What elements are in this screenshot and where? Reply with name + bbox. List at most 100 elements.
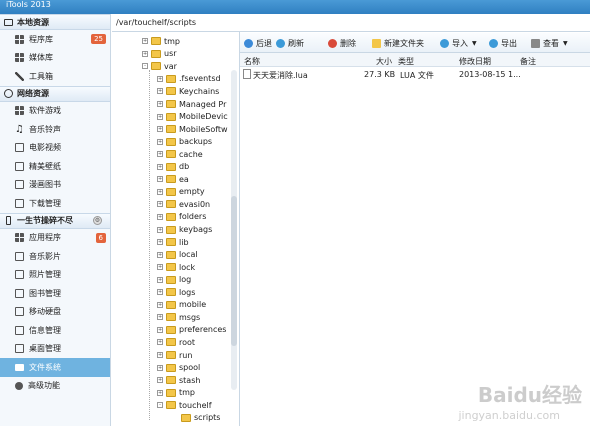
- tree-node[interactable]: + backups: [157, 135, 212, 148]
- table-row[interactable]: 天天爱消除.lua 27.3 KB LUA 文件 2013-08-15 1...: [240, 68, 590, 81]
- sidebar-item-software-games[interactable]: 软件游戏: [0, 102, 110, 121]
- view-button[interactable]: 查看 ▼: [531, 37, 568, 49]
- tree-node[interactable]: + tmp: [157, 386, 195, 399]
- tree-node[interactable]: + usr: [142, 48, 177, 61]
- tree-node[interactable]: scripts: [172, 412, 220, 425]
- sidebar-item-movies-videos[interactable]: 电影视频: [0, 139, 110, 158]
- sidebar-item-file-system[interactable]: 文件系统: [0, 358, 110, 377]
- tree-node[interactable]: + run: [157, 349, 192, 362]
- expand-icon[interactable]: +: [157, 326, 163, 333]
- tree-node[interactable]: + keybags: [157, 223, 212, 236]
- expand-icon[interactable]: +: [157, 264, 163, 271]
- tree-node[interactable]: + empty: [157, 186, 205, 199]
- import-button[interactable]: 导入 ▼: [440, 37, 477, 49]
- expand-icon[interactable]: +: [157, 213, 163, 220]
- expand-icon[interactable]: +: [157, 377, 163, 384]
- tree-scrollbar-thumb[interactable]: [231, 196, 237, 346]
- expand-icon[interactable]: +: [157, 88, 163, 95]
- sidebar-section-local[interactable]: 本地资源: [0, 14, 110, 30]
- expand-icon[interactable]: +: [157, 163, 163, 170]
- expand-icon[interactable]: +: [157, 101, 163, 107]
- tree-node[interactable]: + log: [157, 273, 191, 286]
- column-header-note[interactable]: 备注: [520, 56, 536, 67]
- tree-node[interactable]: + folders: [157, 211, 206, 224]
- expand-icon[interactable]: +: [157, 239, 163, 246]
- expand-icon[interactable]: +: [157, 75, 163, 82]
- tree-node[interactable]: + spool: [157, 361, 200, 374]
- delete-button[interactable]: 删除: [328, 37, 356, 49]
- column-header-name[interactable]: 名称: [244, 56, 260, 67]
- tree-node[interactable]: + mobile: [157, 299, 206, 312]
- gear-icon[interactable]: ⚙: [93, 216, 102, 225]
- sidebar-item-toolbox[interactable]: 工具箱: [0, 67, 110, 86]
- tree-node[interactable]: + lock: [157, 261, 195, 274]
- sidebar-item-books[interactable]: 图书管理: [0, 284, 110, 303]
- collapse-icon[interactable]: -: [157, 402, 163, 409]
- expand-icon[interactable]: +: [157, 188, 163, 195]
- tree-node[interactable]: - var: [142, 60, 177, 73]
- tree-node[interactable]: + stash: [157, 374, 200, 387]
- tree-node[interactable]: + tmp: [142, 35, 180, 48]
- refresh-button[interactable]: 刷新: [276, 37, 304, 49]
- tree-node[interactable]: + db: [157, 161, 189, 174]
- expand-icon[interactable]: +: [157, 352, 163, 358]
- expand-icon[interactable]: +: [157, 226, 163, 233]
- sidebar-item-comics-books[interactable]: 漫画图书: [0, 176, 110, 195]
- tree-node[interactable]: + local: [157, 248, 198, 261]
- column-header-type[interactable]: 类型: [398, 56, 414, 67]
- expand-icon[interactable]: +: [157, 314, 163, 321]
- sidebar-item-applications[interactable]: 应用程序 6: [0, 229, 110, 248]
- expand-icon[interactable]: +: [142, 38, 148, 45]
- tree-node[interactable]: + MobileSoftw: [157, 123, 228, 136]
- sidebar-item-music-movies[interactable]: 音乐影片: [0, 247, 110, 266]
- sidebar-item-downloads[interactable]: 下载管理: [0, 194, 110, 213]
- column-header-size[interactable]: 大小: [376, 56, 392, 67]
- sidebar-item-mobile-disk[interactable]: 移动硬盘: [0, 303, 110, 322]
- tree-node[interactable]: + ea: [157, 173, 189, 186]
- expand-icon[interactable]: +: [157, 126, 163, 133]
- sidebar-section-device[interactable]: 一生节操碎不尽 ⚙: [0, 212, 110, 229]
- expand-icon[interactable]: +: [157, 138, 163, 145]
- expand-icon[interactable]: +: [157, 251, 163, 258]
- tree-node[interactable]: + Managed Pr: [157, 98, 226, 111]
- tree-node[interactable]: + preferences: [157, 324, 226, 337]
- sidebar-item-desktop[interactable]: 桌面管理: [0, 340, 110, 359]
- folder-icon: [151, 62, 161, 71]
- new-folder-button[interactable]: 新建文件夹: [372, 37, 424, 49]
- tree-node[interactable]: + .fseventsd: [157, 73, 221, 86]
- tree-node[interactable]: - touchelf: [157, 399, 212, 412]
- tree-node[interactable]: + logs: [157, 286, 195, 299]
- expand-icon[interactable]: +: [157, 176, 163, 183]
- tree-node[interactable]: + msgs: [157, 311, 200, 324]
- column-header-modified[interactable]: 修改日期: [459, 56, 491, 67]
- sidebar-item-media-library[interactable]: 媒体库: [0, 49, 110, 68]
- tree-node[interactable]: + evasi0n: [157, 198, 210, 211]
- expand-icon[interactable]: +: [142, 50, 148, 57]
- tree-node[interactable]: + MobileDevic: [157, 110, 228, 123]
- expand-icon[interactable]: +: [157, 339, 163, 346]
- sidebar-section-network[interactable]: 网络资源: [0, 85, 110, 102]
- expand-icon[interactable]: +: [157, 113, 163, 120]
- sidebar-item-app-library[interactable]: 程序库 25: [0, 30, 110, 49]
- tree-scrollbar[interactable]: [231, 70, 237, 390]
- sidebar-item-photos[interactable]: 照片管理: [0, 266, 110, 285]
- expand-icon[interactable]: +: [157, 289, 163, 296]
- export-button[interactable]: 导出: [489, 37, 517, 49]
- expand-icon[interactable]: +: [157, 201, 163, 208]
- tree-node[interactable]: + lib: [157, 236, 189, 249]
- collapse-icon[interactable]: -: [142, 63, 148, 70]
- expand-icon[interactable]: +: [157, 276, 163, 283]
- sidebar-item-music-ringtones[interactable]: ♫ 音乐铃声: [0, 120, 110, 139]
- path-bar[interactable]: /var/touchelf/scripts: [112, 14, 590, 32]
- sidebar-item-wallpapers[interactable]: 精美壁纸: [0, 157, 110, 176]
- back-button[interactable]: 后退: [244, 37, 272, 49]
- sidebar-item-messages[interactable]: 信息管理: [0, 321, 110, 340]
- expand-icon[interactable]: +: [157, 301, 163, 308]
- expand-icon[interactable]: +: [157, 364, 163, 371]
- tree-node[interactable]: + cache: [157, 148, 203, 161]
- tree-node[interactable]: + Keychains: [157, 85, 219, 98]
- tree-node[interactable]: + root: [157, 336, 195, 349]
- expand-icon[interactable]: +: [157, 151, 163, 158]
- expand-icon[interactable]: +: [157, 389, 163, 396]
- sidebar-item-advanced[interactable]: 高级功能: [0, 377, 110, 396]
